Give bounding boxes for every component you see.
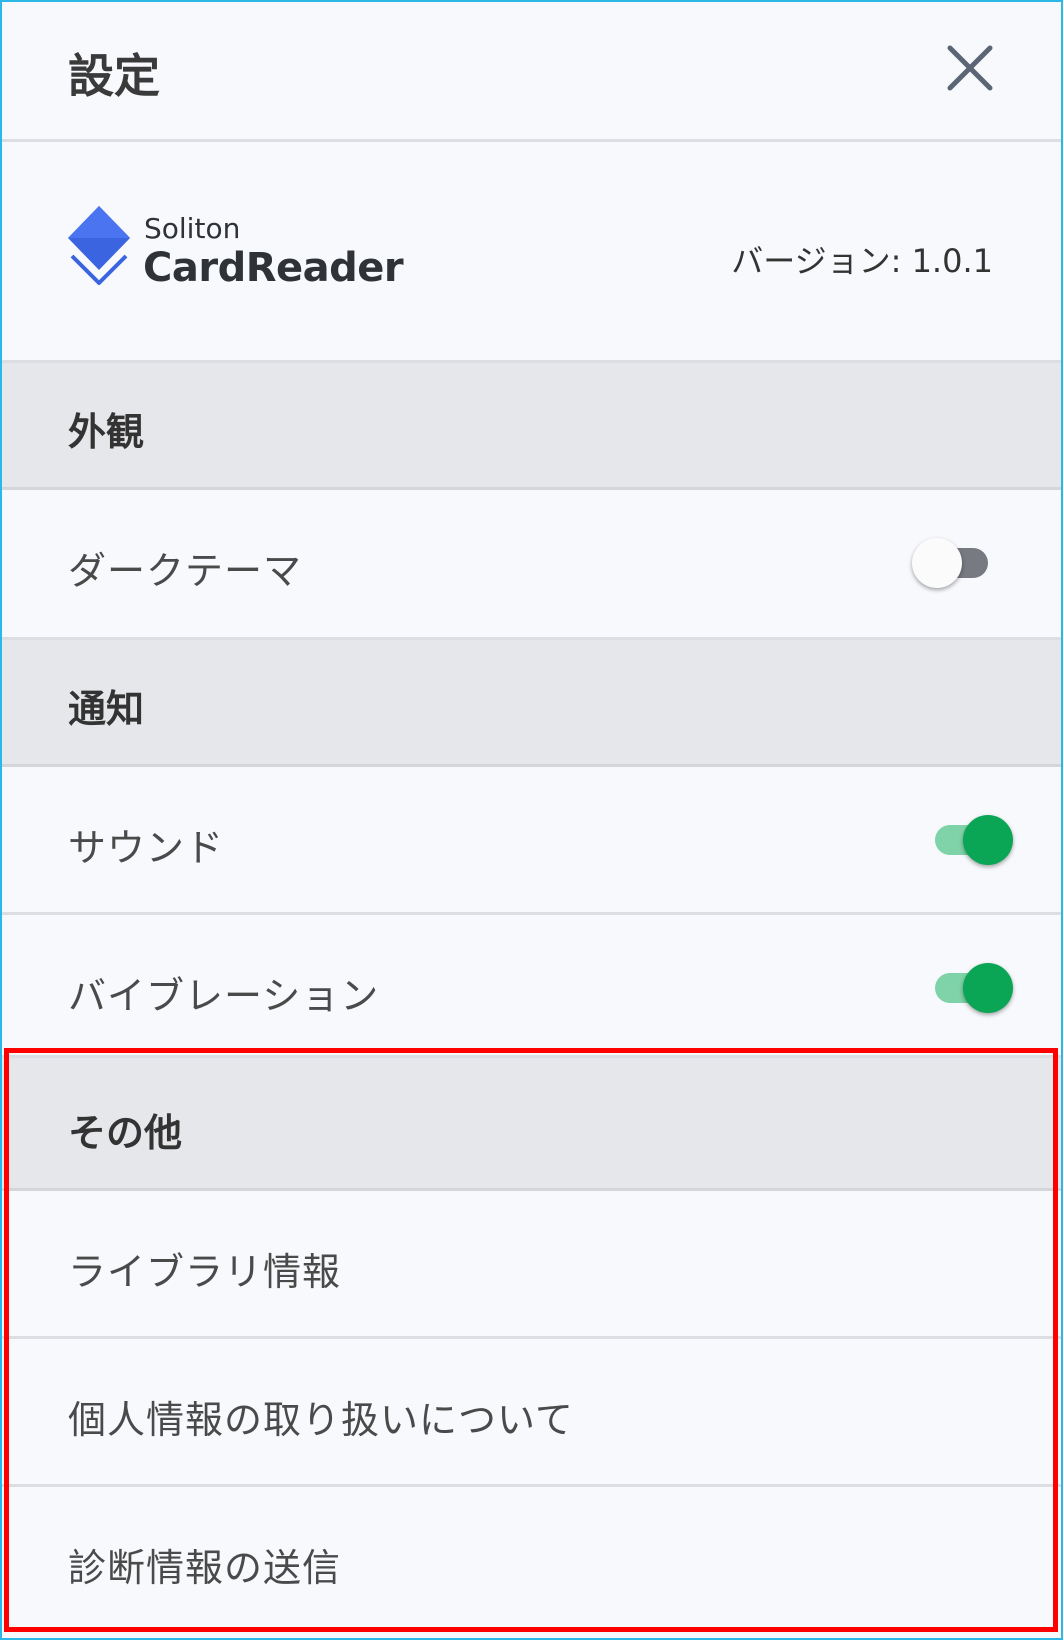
toggle-knob: [963, 963, 1013, 1013]
version-text: バージョン: 1.0.1: [731, 242, 993, 280]
settings-header: 設定: [2, 2, 1061, 142]
sound-label: サウンド: [68, 826, 225, 870]
section-label: その他: [68, 1111, 183, 1155]
dark-theme-row[interactable]: ダークテーマ: [2, 490, 1061, 640]
dark-theme-toggle[interactable]: [912, 532, 1002, 592]
vibration-label: バイブレーション: [68, 974, 380, 1018]
brand-small: Soliton: [144, 212, 241, 245]
brand-name: CardReader: [143, 245, 404, 291]
toggle-knob: [963, 815, 1013, 865]
list-item-library-info[interactable]: ライブラリ情報: [2, 1191, 1061, 1339]
settings-panel: 設定 Soliton CardReader バージョン: 1.0.1 外観 ダー…: [0, 0, 1063, 1640]
library-info-label: ライブラリ情報: [68, 1250, 342, 1294]
list-item-send-diagnostics[interactable]: 診断情報の送信: [2, 1487, 1061, 1638]
toggle-knob: [912, 538, 962, 588]
close-icon[interactable]: [940, 38, 1000, 98]
sound-row[interactable]: サウンド: [2, 767, 1061, 915]
list-item-privacy[interactable]: 個人情報の取り扱いについて: [2, 1339, 1061, 1487]
vibration-toggle[interactable]: [923, 957, 1013, 1017]
section-appearance: 外観: [2, 363, 1061, 490]
dark-theme-label: ダークテーマ: [68, 549, 303, 593]
privacy-label: 個人情報の取り扱いについて: [68, 1398, 574, 1442]
sound-toggle[interactable]: [923, 809, 1013, 869]
page-title: 設定: [68, 49, 160, 103]
section-notifications: 通知: [2, 640, 1061, 767]
section-label: 外観: [68, 410, 145, 454]
app-info: Soliton CardReader バージョン: 1.0.1: [2, 142, 1061, 363]
section-label: 通知: [68, 687, 145, 731]
send-diagnostics-label: 診断情報の送信: [68, 1546, 342, 1590]
cardreader-logo-icon: [64, 202, 134, 298]
vibration-row[interactable]: バイブレーション: [2, 915, 1061, 1058]
section-other: その他: [2, 1058, 1061, 1191]
